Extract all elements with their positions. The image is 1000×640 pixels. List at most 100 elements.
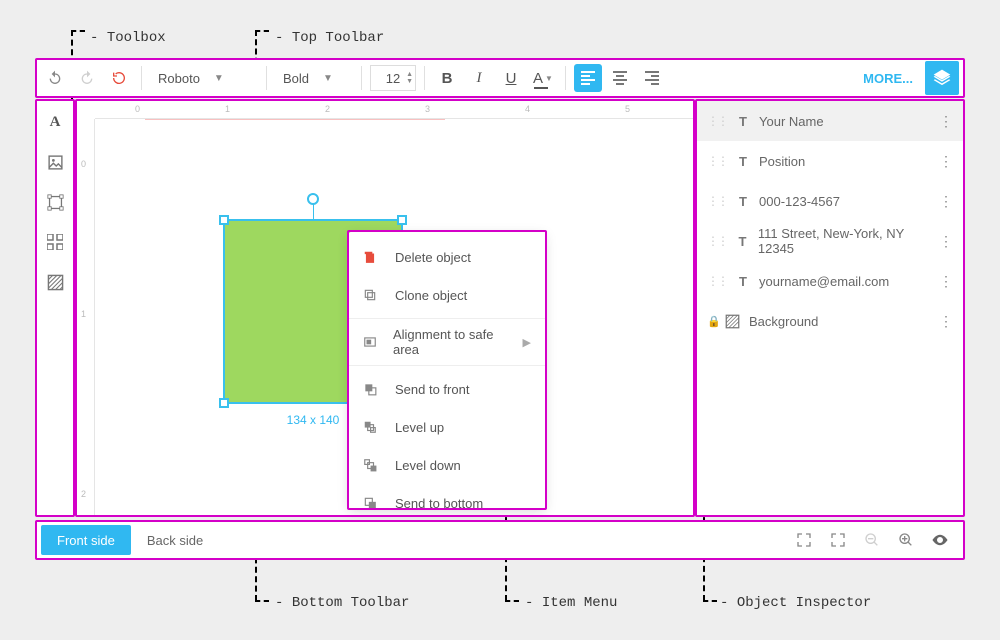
inspector-row[interactable]: ⋮⋮ T Position ⋮ — [697, 141, 963, 181]
font-size-value: 12 — [386, 71, 400, 86]
top-toolbar: Roboto▼ Bold▼ 12▲▼ B I U A▼ MORE... — [37, 60, 963, 96]
drag-handle-icon[interactable]: ⋮⋮ — [707, 114, 727, 128]
menu-label: Alignment to safe area — [393, 327, 509, 357]
inspector-row[interactable]: ⋮⋮ T 111 Street, New-York, NY 12345 ⋮ — [697, 221, 963, 261]
inspector-row[interactable]: 🔒 Background ⋮ — [697, 301, 963, 341]
type-text-icon: T — [735, 194, 751, 209]
menu-send-to-front[interactable]: Send to front — [349, 370, 545, 408]
delete-icon — [363, 250, 381, 264]
resize-handle-bl[interactable] — [219, 398, 229, 408]
zoom-in-button[interactable] — [897, 531, 915, 549]
chevron-right-icon: ▶ — [523, 336, 531, 349]
item-more-button[interactable]: ⋮ — [939, 113, 953, 130]
menu-level-down[interactable]: Level down — [349, 446, 545, 484]
item-more-button[interactable]: ⋮ — [939, 273, 953, 290]
fullscreen-button[interactable] — [829, 531, 847, 549]
inspector-row[interactable]: ⋮⋮ T yourname@email.com ⋮ — [697, 261, 963, 301]
tab-back-side[interactable]: Back side — [131, 525, 219, 555]
bold-button[interactable]: B — [433, 64, 461, 92]
menu-clone-object[interactable]: Clone object — [349, 276, 545, 314]
qr-tool[interactable] — [44, 231, 66, 253]
rotation-handle[interactable] — [307, 193, 319, 205]
resize-handle-tl[interactable] — [219, 215, 229, 225]
resize-handle-tr[interactable] — [397, 215, 407, 225]
level-up-icon — [363, 420, 381, 434]
inspector-item-label: Position — [759, 154, 805, 169]
font-family-value: Roboto — [158, 71, 200, 86]
image-tool[interactable] — [44, 151, 66, 173]
object-inspector: ⋮⋮ T Your Name ⋮ ⋮⋮ T Position ⋮ ⋮⋮ T 00… — [697, 101, 963, 515]
redo-button[interactable] — [73, 64, 101, 92]
text-color-button[interactable]: A▼ — [529, 64, 557, 92]
alignment-icon — [363, 335, 379, 349]
menu-level-up[interactable]: Level up — [349, 408, 545, 446]
inspector-row[interactable]: ⋮⋮ T Your Name ⋮ — [697, 101, 963, 141]
tab-front-side[interactable]: Front side — [41, 525, 131, 555]
menu-label: Send to front — [395, 382, 469, 397]
annotation-object-inspector: Object Inspector — [720, 595, 871, 611]
annotation-bottom-toolbar: Bottom Toolbar — [275, 595, 409, 611]
drag-handle-icon[interactable]: ⋮⋮ — [707, 274, 727, 288]
menu-send-to-bottom[interactable]: Send to bottom — [349, 484, 545, 522]
align-left-button[interactable] — [574, 64, 602, 92]
annotation-top-toolbar: Top Toolbar — [275, 30, 384, 46]
menu-label: Level up — [395, 420, 444, 435]
annotation-item-menu: Item Menu — [525, 595, 617, 611]
inspector-item-label: Background — [749, 314, 818, 329]
item-more-button[interactable]: ⋮ — [939, 153, 953, 170]
inspector-item-label: 111 Street, New-York, NY 12345 — [758, 226, 931, 256]
guide-line — [145, 119, 445, 120]
inspector-item-label: 000-123-4567 — [759, 194, 840, 209]
shape-tool[interactable] — [44, 191, 66, 213]
item-more-button[interactable]: ⋮ — [939, 233, 953, 250]
bottom-icon — [363, 496, 381, 510]
inspector-item-label: Your Name — [759, 114, 824, 129]
editor-frame: Roboto▼ Bold▼ 12▲▼ B I U A▼ MORE... A 0 … — [35, 58, 965, 568]
bottom-toolbar: Front side Back side — [37, 522, 963, 558]
drag-handle-icon[interactable]: ⋮⋮ — [707, 194, 727, 208]
underline-button[interactable]: U — [497, 64, 525, 92]
inspector-item-label: yourname@email.com — [759, 274, 889, 289]
font-size-input[interactable]: 12▲▼ — [370, 65, 416, 91]
clone-icon — [363, 288, 381, 302]
drag-handle-icon[interactable]: ⋮⋮ — [707, 154, 727, 168]
drag-handle-icon[interactable]: ⋮⋮ — [707, 234, 727, 248]
menu-alignment[interactable]: Alignment to safe area ▶ — [349, 323, 545, 361]
fit-screen-button[interactable] — [795, 531, 813, 549]
menu-delete-object[interactable]: Delete object — [349, 238, 545, 276]
more-button[interactable]: MORE... — [855, 71, 921, 86]
inspector-row[interactable]: ⋮⋮ T 000-123-4567 ⋮ — [697, 181, 963, 221]
front-icon — [363, 382, 381, 396]
type-text-icon: T — [735, 154, 751, 169]
preview-button[interactable] — [931, 531, 949, 549]
menu-label: Delete object — [395, 250, 471, 265]
item-more-button[interactable]: ⋮ — [939, 313, 953, 330]
font-weight-dropdown[interactable]: Bold▼ — [275, 64, 353, 92]
menu-label: Send to bottom — [395, 496, 483, 511]
annotation-toolbox: Toolbox — [90, 30, 166, 46]
align-right-button[interactable] — [638, 64, 666, 92]
layers-toggle-button[interactable] — [925, 61, 959, 95]
ruler-horizontal: 0 1 2 3 4 5 — [95, 101, 693, 119]
type-text-icon: T — [735, 234, 750, 249]
lock-icon: 🔒 — [707, 315, 717, 328]
font-family-dropdown[interactable]: Roboto▼ — [150, 64, 258, 92]
revert-button[interactable] — [105, 64, 133, 92]
toolbox: A — [37, 101, 73, 515]
type-image-icon — [725, 314, 741, 329]
item-menu: Delete object Clone object Alignment to … — [349, 232, 545, 508]
undo-button[interactable] — [41, 64, 69, 92]
type-text-icon: T — [735, 114, 751, 129]
text-tool[interactable]: A — [44, 111, 66, 133]
level-down-icon — [363, 458, 381, 472]
menu-label: Clone object — [395, 288, 467, 303]
background-tool[interactable] — [44, 271, 66, 293]
ruler-vertical: 0 1 2 — [77, 119, 95, 515]
item-more-button[interactable]: ⋮ — [939, 193, 953, 210]
italic-button[interactable]: I — [465, 64, 493, 92]
zoom-out-button[interactable] — [863, 531, 881, 549]
align-center-button[interactable] — [606, 64, 634, 92]
type-text-icon: T — [735, 274, 751, 289]
font-weight-value: Bold — [283, 71, 309, 86]
menu-label: Level down — [395, 458, 461, 473]
